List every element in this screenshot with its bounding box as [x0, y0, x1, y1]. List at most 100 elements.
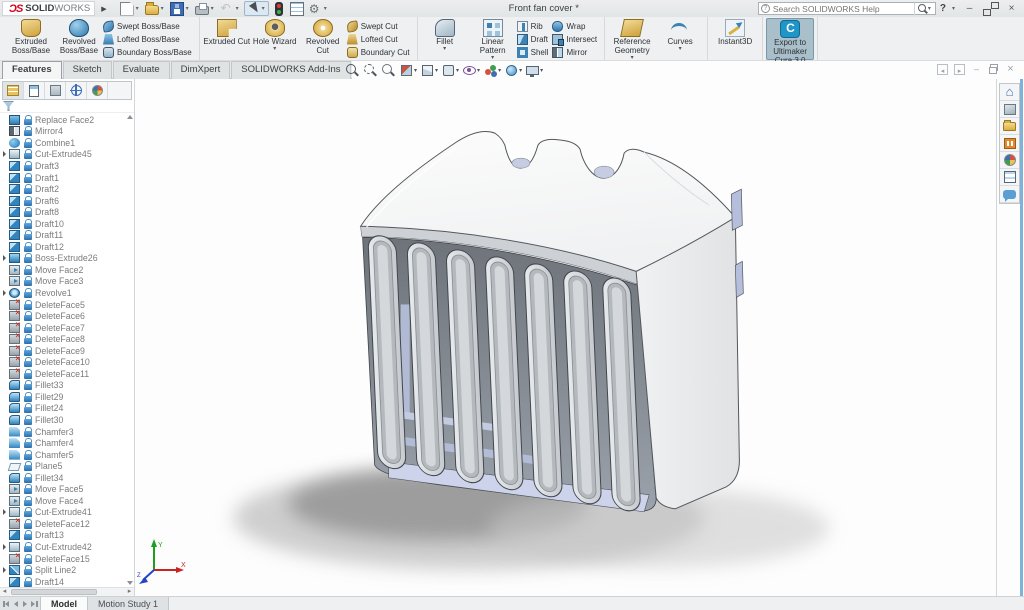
study-nav-icon[interactable] [2, 599, 11, 608]
feature-tree-item[interactable]: Chamfer3 [0, 426, 134, 438]
heads-up-button[interactable]: ▾ [441, 63, 459, 78]
ribbon-small-button[interactable]: Rib [517, 20, 553, 32]
feature-tree-item[interactable]: DeleteFace5 [0, 299, 134, 311]
ribbon-small-button[interactable]: Boundary Boss/Base [103, 46, 196, 58]
viewport-window-control[interactable] [971, 64, 982, 75]
feature-tree-item[interactable]: Draft13 [0, 530, 134, 542]
feature-tree-item[interactable]: DeleteFace7 [0, 322, 134, 334]
task-pane-tab[interactable] [1000, 135, 1019, 152]
dropdown-arrow-icon[interactable]: ▾ [134, 5, 141, 12]
feature-tree-item[interactable]: DeleteFace12 [0, 518, 134, 530]
heads-up-button[interactable]: ▾ [525, 64, 543, 77]
task-pane-tab[interactable] [1000, 152, 1019, 169]
ribbon-small-button[interactable]: Swept Boss/Base [103, 20, 196, 32]
ribbon-button[interactable]: Linear Pattern ▾ [469, 18, 517, 60]
feature-tree-item[interactable]: Mirror4 [0, 126, 134, 138]
ribbon-small-button[interactable]: Boundary Cut [347, 46, 414, 58]
feature-tree-item[interactable]: Fillet34 [0, 472, 134, 484]
feature-tree-item[interactable]: Revolve1 [0, 287, 134, 299]
feature-tree-item[interactable]: DeleteFace10 [0, 356, 134, 368]
dropdown-arrow-icon[interactable]: ▾ [631, 56, 634, 60]
feature-tree-item[interactable]: Fillet33 [0, 380, 134, 392]
fan-cover-model[interactable] [135, 79, 996, 596]
feature-tree-item[interactable]: Draft10 [0, 218, 134, 230]
dropdown-arrow-icon[interactable]: ▾ [322, 5, 329, 12]
ribbon-small-button[interactable]: Mirror [552, 46, 601, 58]
dropdown-arrow-icon[interactable]: ▾ [234, 5, 241, 12]
dropdown-arrow-icon[interactable]: ▾ [491, 56, 494, 60]
heads-up-button[interactable]: ▾ [504, 63, 522, 78]
feature-tree-item[interactable]: Fillet24 [0, 403, 134, 415]
feature-tree-item[interactable]: Cut-Extrude45 [0, 149, 134, 161]
viewport-window-control[interactable] [954, 64, 965, 75]
feature-tree-item[interactable]: Move Face2 [0, 264, 134, 276]
feature-tree-item[interactable]: Plane5 [0, 460, 134, 472]
feature-tree-item[interactable]: Draft14 [0, 576, 134, 587]
heads-up-button[interactable] [345, 63, 360, 78]
ribbon-button[interactable]: Revolved Boss/Base [55, 18, 103, 60]
ribbon-small-button[interactable]: Shell [517, 46, 553, 58]
study-nav-icon[interactable] [29, 599, 38, 608]
ribbon-button[interactable]: Curves ▾ [656, 18, 704, 60]
tree-horizontal-scrollbar[interactable]: ◂ ▸ [0, 587, 134, 596]
feature-tree-item[interactable]: Chamfer4 [0, 437, 134, 449]
ribbon-button[interactable]: Hole Wizard ▾ [251, 18, 299, 60]
ribbon-small-button[interactable]: Lofted Boss/Base [103, 33, 196, 45]
quick-toolbar-button[interactable]: ▾ [119, 1, 142, 16]
help-menu-button[interactable]: ? [940, 3, 946, 14]
ribbon-button[interactable]: Fillet ▾ [421, 18, 469, 60]
ribbon-small-button[interactable]: Intersect [552, 33, 601, 45]
expand-arrow-icon[interactable] [0, 567, 9, 573]
dropdown-arrow-icon[interactable]: ▾ [273, 47, 276, 51]
command-tab[interactable]: DimXpert [171, 61, 231, 79]
dropdown-arrow-icon[interactable]: ▾ [456, 67, 459, 74]
task-pane-tab[interactable] [1000, 101, 1019, 118]
dropdown-arrow-icon[interactable]: ▾ [498, 67, 501, 74]
dropdown-arrow-icon[interactable]: ▾ [159, 5, 166, 12]
heads-up-button[interactable]: ▾ [462, 63, 480, 78]
ribbon-button[interactable]: Reference Geometry ▾ [608, 18, 656, 60]
task-pane-edge[interactable] [1020, 79, 1023, 596]
dropdown-arrow-icon[interactable]: ▾ [443, 47, 446, 51]
quick-toolbar-button[interactable] [289, 1, 305, 16]
ribbon-small-button[interactable]: Wrap [552, 20, 601, 32]
quick-toolbar-button[interactable] [271, 1, 287, 16]
heads-up-button[interactable] [363, 63, 378, 78]
quick-toolbar-button[interactable]: ▾ [244, 1, 269, 16]
task-pane-tab[interactable] [1000, 84, 1019, 101]
task-pane-tab[interactable] [1000, 118, 1019, 135]
heads-up-button[interactable]: ▾ [420, 63, 438, 78]
command-tab[interactable]: Sketch [63, 61, 112, 79]
feature-tree-item[interactable]: Cut-Extrude42 [0, 541, 134, 553]
dropdown-arrow-icon[interactable]: ▾ [260, 5, 267, 12]
feature-tree-item[interactable]: Move Face3 [0, 276, 134, 288]
menu-flyout-icon[interactable]: ▶ [95, 5, 112, 13]
help-dropdown-icon[interactable]: ▾ [950, 5, 957, 12]
study-tab[interactable]: Model [41, 597, 88, 610]
help-search-box[interactable]: ? ▾ [758, 2, 936, 15]
dropdown-arrow-icon[interactable]: ▾ [209, 5, 216, 12]
ribbon-button[interactable]: Revolved Cut [299, 18, 347, 60]
minimize-button[interactable]: – [961, 2, 978, 16]
feature-tree-item[interactable]: DeleteFace9 [0, 345, 134, 357]
dropdown-arrow-icon[interactable]: ▾ [184, 5, 191, 12]
ribbon-small-button[interactable]: Lofted Cut [347, 33, 414, 45]
feature-tree-item[interactable]: Draft2 [0, 183, 134, 195]
expand-arrow-icon[interactable] [0, 544, 9, 550]
feature-tree-item[interactable]: DeleteFace15 [0, 553, 134, 565]
feature-tree-item[interactable]: Chamfer5 [0, 449, 134, 461]
export-to-cura-button[interactable]: Export to Ultimaker Cura 3.0 [766, 18, 814, 60]
heads-up-button[interactable] [381, 63, 396, 78]
feature-tree-item[interactable]: Draft8 [0, 206, 134, 218]
ribbon-button[interactable]: Instant3D [711, 18, 759, 60]
scroll-right-icon[interactable]: ▸ [125, 588, 134, 596]
scroll-left-icon[interactable]: ◂ [0, 588, 9, 596]
tree-scroll-down-icon[interactable] [127, 581, 133, 585]
viewport-window-control[interactable] [988, 64, 999, 75]
dropdown-arrow-icon[interactable]: ▾ [519, 67, 522, 74]
filter-funnel-icon[interactable] [3, 101, 14, 111]
panel-tab[interactable] [45, 82, 66, 99]
search-input[interactable] [773, 4, 914, 14]
task-pane-tab[interactable] [1000, 169, 1019, 186]
dropdown-arrow-icon[interactable]: ▾ [477, 67, 480, 74]
